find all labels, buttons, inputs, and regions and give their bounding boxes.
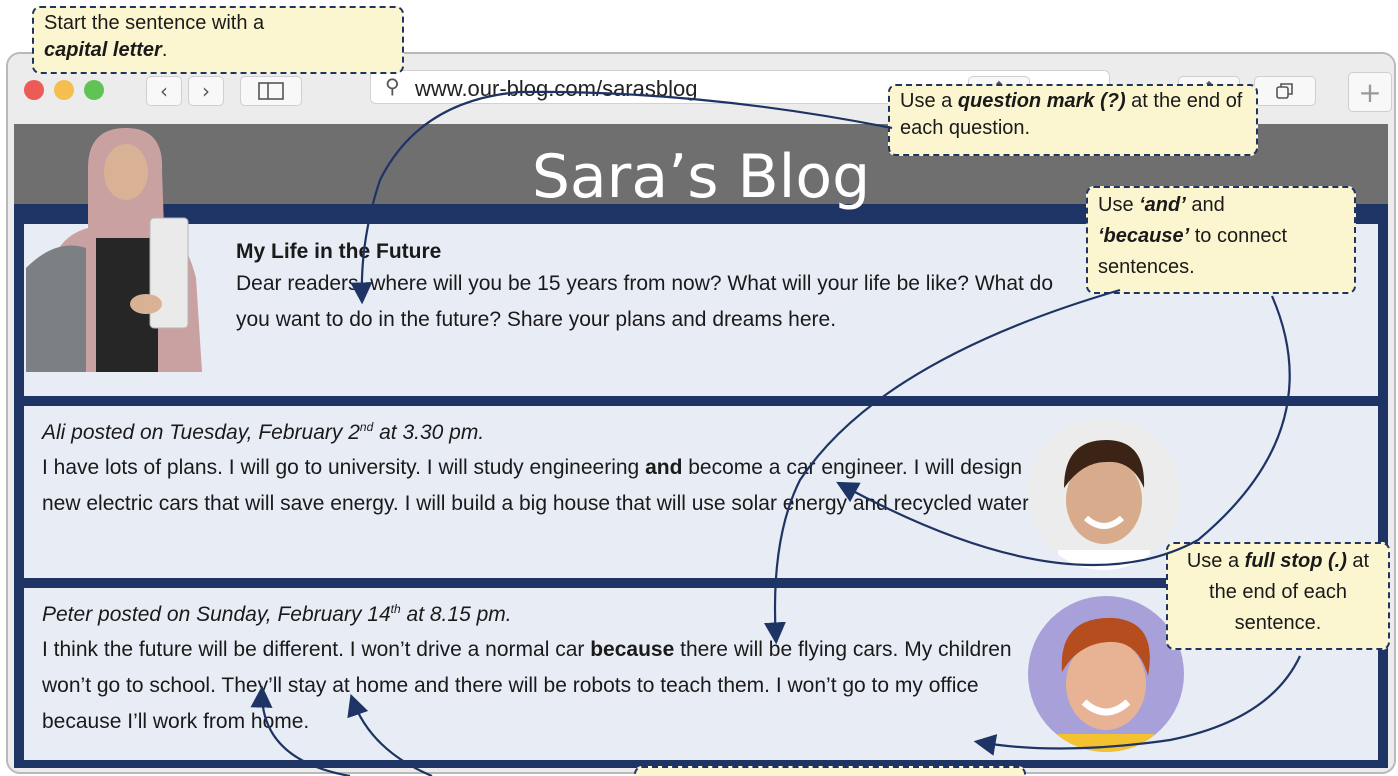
annotation-arrows [250, 90, 1301, 776]
